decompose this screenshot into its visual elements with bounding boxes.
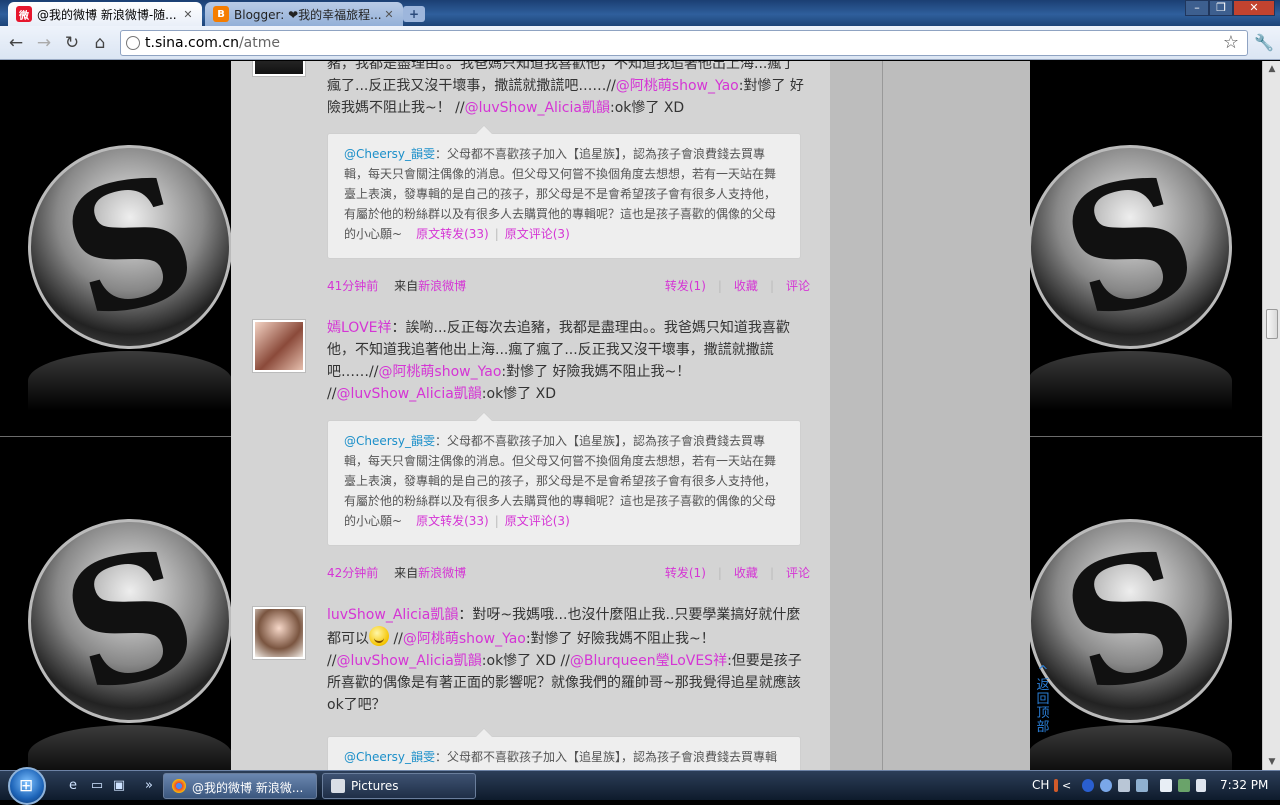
source-link[interactable]: 新浪微博 xyxy=(418,566,466,580)
post-meta: 42分钟前 来自新浪微博 转发(1) | 收藏 | 评论 xyxy=(327,566,810,580)
tray-app-icon[interactable] xyxy=(1160,779,1172,792)
mention-link[interactable]: @Blurqueen瑩LoVES祥 xyxy=(570,653,727,669)
post-text: 嫣LOVE祥：誒喲...反正每次去追豬，我都是盡理由。。我爸媽只知道我喜歡他，不… xyxy=(327,320,790,402)
globe-icon xyxy=(126,36,140,50)
system-tray: CH < 7:32 PM xyxy=(1030,771,1280,801)
taskbar: ⊞ e ▭ ▣ » @我的微博 新浪微... Pictures CH < 7:3… xyxy=(0,767,1280,805)
up-arrow-icon: ^ xyxy=(1037,664,1049,679)
reload-icon[interactable]: ↻ xyxy=(61,33,83,53)
quoted-post: @Cheersy_韻雯：父母都不喜歡孩子加入【追星族】，認為孩子會浪費錢去買專輯… xyxy=(327,124,801,259)
browser-toolbar: ← → ↻ ⌂ t.sina.com.cn/atme ☆ 🔧 xyxy=(0,26,1280,60)
close-window-button[interactable]: ✕ xyxy=(1233,0,1275,16)
tray-icon[interactable] xyxy=(1054,779,1058,792)
address-bar[interactable]: t.sina.com.cn/atme ☆ xyxy=(120,30,1248,56)
ie-icon[interactable]: e xyxy=(64,778,82,794)
page-viewport: S S S S 豬，我都是盡理由。。我爸媽只知道我喜歡他，不知道我追著他出上海.… xyxy=(0,61,1262,770)
background-logo: S xyxy=(28,509,232,733)
smile-emoji-icon xyxy=(369,626,389,646)
quoted-user-link[interactable]: @Cheersy_韻雯 xyxy=(344,147,435,161)
taskbar-button-chrome[interactable]: @我的微博 新浪微... xyxy=(163,773,317,799)
avatar[interactable] xyxy=(252,606,306,660)
source-link[interactable]: 新浪微博 xyxy=(418,279,466,293)
forward-icon[interactable]: → xyxy=(33,33,55,53)
background-logo: S xyxy=(28,135,232,359)
switch-windows-icon[interactable]: ▣ xyxy=(110,778,128,794)
comment-button[interactable]: 评论 xyxy=(786,566,810,580)
tab-title: @我的微博 新浪微博-随... xyxy=(37,7,177,22)
quicklaunch-more-icon[interactable]: » xyxy=(140,778,158,794)
show-desktop-icon[interactable]: ▭ xyxy=(88,778,106,794)
tray-app-icon[interactable] xyxy=(1136,779,1148,792)
mention-link[interactable]: @luvShow_Alicia凱韻 xyxy=(465,100,610,116)
avatar[interactable] xyxy=(252,61,306,77)
maximize-button[interactable]: ❐ xyxy=(1209,0,1233,16)
browser-tab-strip: 微 @我的微博 新浪微博-随... ✕ B Blogger: ❤我的幸福旅程..… xyxy=(0,0,1280,26)
post-time[interactable]: 41分钟前 xyxy=(327,279,378,293)
back-icon[interactable]: ← xyxy=(5,33,27,53)
scroll-down-arrow-icon[interactable]: ▼ xyxy=(1263,754,1280,770)
tray-expand-icon[interactable]: < xyxy=(1062,779,1072,792)
weibo-icon: 微 xyxy=(16,6,32,22)
tray-app-icon[interactable] xyxy=(1118,779,1130,792)
favorite-button[interactable]: 收藏 xyxy=(734,566,758,580)
wrench-icon[interactable]: 🔧 xyxy=(1254,33,1274,52)
background-logo: S xyxy=(1028,509,1232,733)
post-text: 豬，我都是盡理由。。我爸媽只知道我喜歡他，不知道我追著他出上海...瘋了 瘋了.… xyxy=(327,61,804,116)
clock[interactable]: 7:32 PM xyxy=(1220,778,1268,792)
scrollbar-thumb[interactable] xyxy=(1266,309,1278,339)
blogger-icon: B xyxy=(213,6,229,22)
tab-blogger[interactable]: B Blogger: ❤我的幸福旅程... ✕ xyxy=(205,2,403,26)
mention-link[interactable]: @luvShow_Alicia凱韻 xyxy=(336,653,481,669)
mention-link[interactable]: @阿桃萌show_Yao xyxy=(378,364,501,380)
back-to-top-button[interactable]: ^ 返回顶部 xyxy=(1035,665,1051,735)
chrome-icon xyxy=(172,779,186,793)
mention-link[interactable]: @阿桃萌show_Yao xyxy=(616,78,739,94)
original-repost-link[interactable]: 原文转发(33) xyxy=(416,514,489,528)
windows-logo-icon: ⊞ xyxy=(19,776,34,796)
post-time[interactable]: 42分钟前 xyxy=(327,566,378,580)
background-logo: S xyxy=(1028,135,1232,359)
start-button[interactable]: ⊞ xyxy=(8,767,46,805)
repost-button[interactable]: 转发(1) xyxy=(665,279,706,293)
repost-button[interactable]: 转发(1) xyxy=(665,566,706,580)
close-tab-icon[interactable]: ✕ xyxy=(383,8,395,21)
quoted-user-link[interactable]: @Cheersy_韻雯 xyxy=(344,434,435,448)
feed-column: 豬，我都是盡理由。。我爸媽只知道我喜歡他，不知道我追著他出上海...瘋了 瘋了.… xyxy=(231,61,830,770)
original-repost-link[interactable]: 原文转发(33) xyxy=(416,227,489,241)
tab-weibo[interactable]: 微 @我的微博 新浪微博-随... ✕ xyxy=(8,2,202,26)
close-tab-icon[interactable]: ✕ xyxy=(182,8,194,21)
url-text: t.sina.com.cn/atme xyxy=(145,35,280,51)
new-tab-button[interactable]: + xyxy=(403,6,425,22)
home-icon[interactable]: ⌂ xyxy=(89,33,111,53)
taskbar-button-pictures[interactable]: Pictures xyxy=(322,773,476,799)
folder-icon xyxy=(331,779,345,793)
original-comment-link[interactable]: 原文评论(3) xyxy=(505,514,570,528)
bluetooth-icon[interactable] xyxy=(1082,779,1094,792)
comment-button[interactable]: 评论 xyxy=(786,279,810,293)
post-meta: 41分钟前 来自新浪微博 转发(1) | 收藏 | 评论 xyxy=(327,279,810,293)
mention-link[interactable]: @阿桃萌show_Yao xyxy=(403,631,526,647)
volume-icon[interactable] xyxy=(1196,779,1206,792)
minimize-button[interactable]: – xyxy=(1185,0,1209,16)
scroll-up-arrow-icon[interactable]: ▲ xyxy=(1263,61,1280,77)
quoted-user-link[interactable]: @Cheersy_韻雯 xyxy=(344,750,435,764)
quoted-post: @Cheersy_韻雯：父母都不喜歡孩子加入【追星族】，認為孩子會浪費錢去買專輯… xyxy=(327,411,801,546)
vertical-scrollbar[interactable]: ▲ ▼ xyxy=(1262,61,1280,770)
original-comment-link[interactable]: 原文评论(3) xyxy=(505,227,570,241)
mention-link[interactable]: @luvShow_Alicia凱韻 xyxy=(336,386,481,402)
network-icon[interactable] xyxy=(1178,779,1190,792)
right-sidebar-panel xyxy=(830,61,1030,770)
tab-title: Blogger: ❤我的幸福旅程... xyxy=(234,7,382,22)
favorite-button[interactable]: 收藏 xyxy=(734,279,758,293)
language-indicator[interactable]: CH xyxy=(1032,778,1049,792)
author-link[interactable]: luvShow_Alicia凱韻 xyxy=(327,607,458,623)
star-icon[interactable]: ☆ xyxy=(1223,32,1239,53)
quoted-post: @Cheersy_韻雯：父母都不喜歡孩子加入【追星族】，認為孩子會浪費錢去買專輯 xyxy=(327,727,801,770)
avatar[interactable] xyxy=(252,319,306,373)
author-link[interactable]: 嫣LOVE祥 xyxy=(327,320,392,336)
background-reflection xyxy=(28,351,232,411)
background-reflection xyxy=(1028,351,1232,411)
tray-app-icon[interactable] xyxy=(1100,779,1112,792)
post-text: luvShow_Alicia凱韻：對呀~我媽哦...也沒什麼阻止我..只要學業搞… xyxy=(327,607,802,713)
